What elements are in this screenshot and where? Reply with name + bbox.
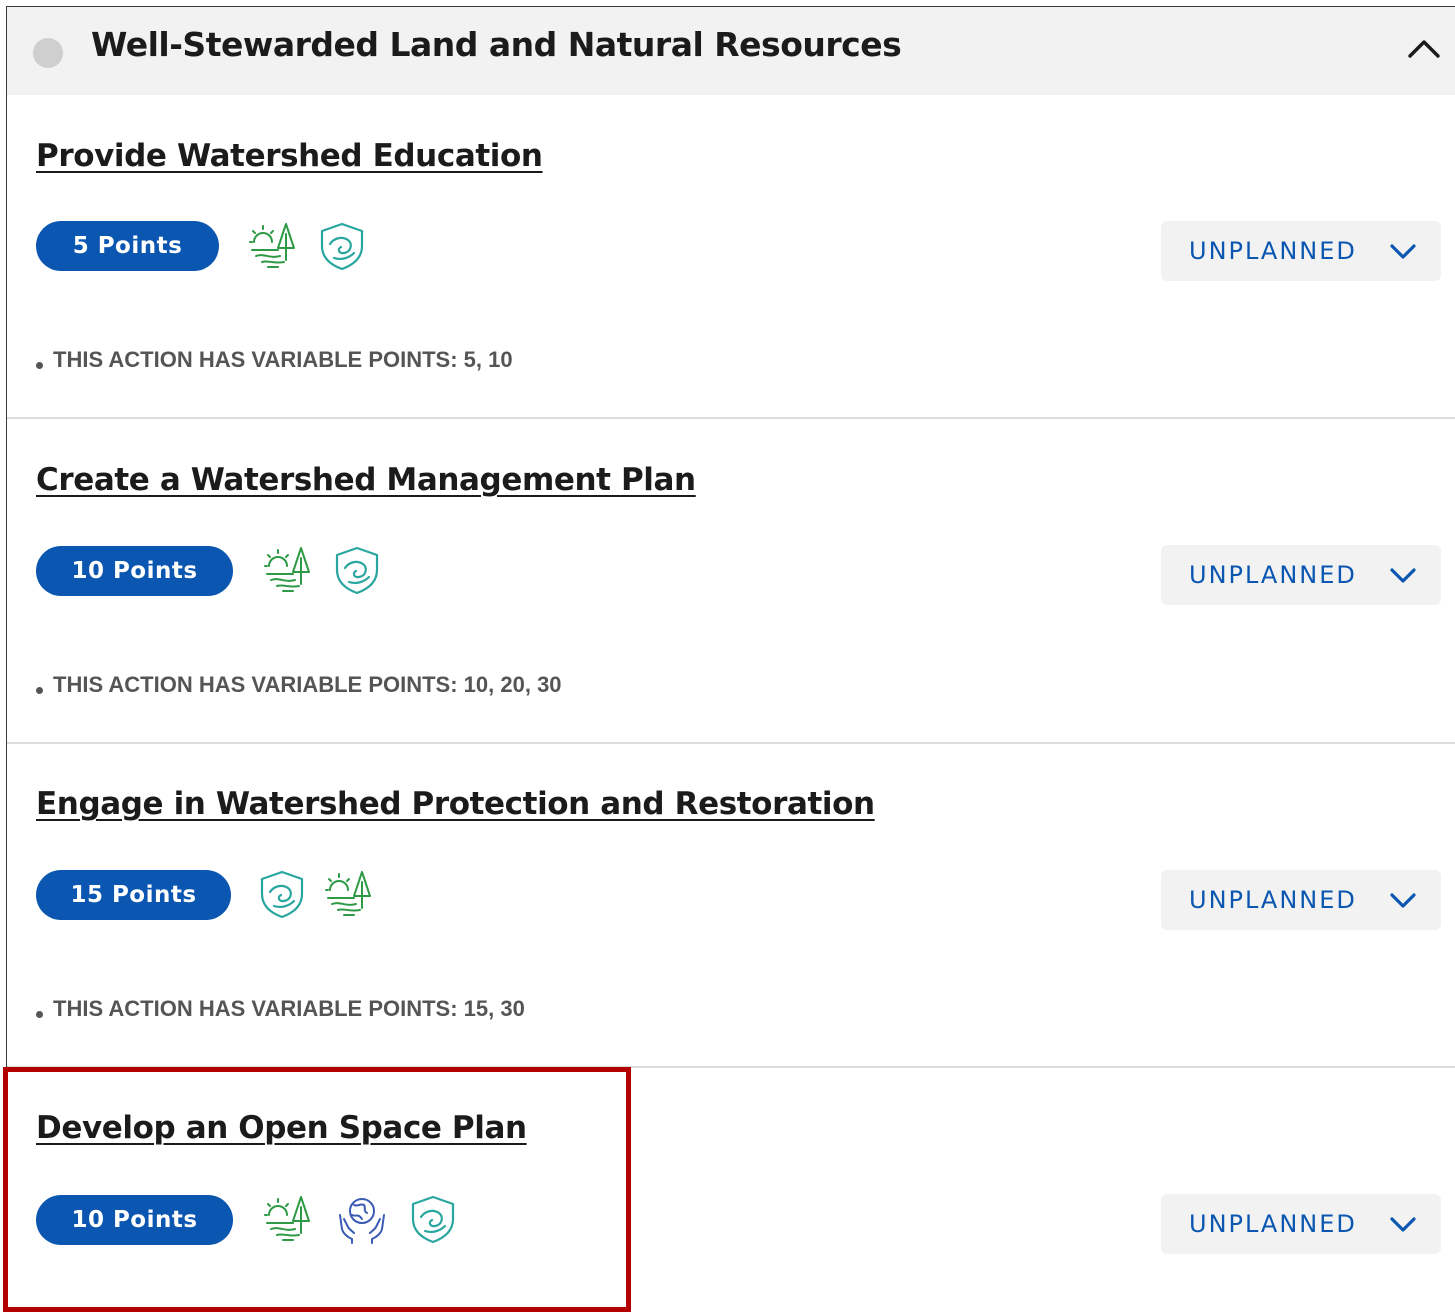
section-title: Well-Stewarded Land and Natural Resource… [91,25,902,64]
status-label: UNPLANNED [1189,561,1357,589]
divider [7,417,1455,419]
variable-points-note: THIS ACTION HAS VARIABLE POINTS: 15, 30 [36,996,525,1022]
action-title-develop-open-space-plan[interactable]: Develop an Open Space Plan [36,1110,527,1146]
status-dropdown[interactable]: UNPLANNED [1161,870,1441,930]
status-label: UNPLANNED [1189,237,1357,265]
status-dropdown[interactable]: UNPLANNED [1161,1194,1441,1254]
action-title-provide-watershed-education[interactable]: Provide Watershed Education [36,138,543,174]
chevron-up-icon[interactable] [1404,29,1444,69]
points-badge: 10 Points [36,546,233,596]
variable-points-note: THIS ACTION HAS VARIABLE POINTS: 10, 20,… [36,672,562,698]
variable-points-text: THIS ACTION HAS VARIABLE POINTS: 10, 20,… [53,672,562,697]
landscape-icon [248,220,300,272]
points-badge: 10 Points [36,1195,233,1245]
bullet-icon [36,361,43,369]
variable-points-text: THIS ACTION HAS VARIABLE POINTS: 15, 30 [53,996,525,1021]
points-badge: 5 Points [36,221,219,271]
landscape-icon [263,1193,315,1245]
shield-water-icon [331,544,383,596]
shield-water-icon [407,1193,459,1245]
action-title-engage-watershed-protection[interactable]: Engage in Watershed Protection and Resto… [36,786,875,822]
action-title-create-watershed-management-plan[interactable]: Create a Watershed Management Plan [36,462,696,498]
landscape-icon [263,544,315,596]
chevron-down-icon [1387,235,1419,267]
variable-points-note: THIS ACTION HAS VARIABLE POINTS: 5, 10 [36,347,513,373]
variable-points-text: THIS ACTION HAS VARIABLE POINTS: 5, 10 [53,347,513,372]
chevron-down-icon [1387,1208,1419,1240]
status-label: UNPLANNED [1189,1210,1357,1238]
divider [7,1066,1455,1068]
divider [7,742,1455,744]
chevron-down-icon [1387,884,1419,916]
status-label: UNPLANNED [1189,886,1357,914]
chevron-down-icon [1387,559,1419,591]
landscape-icon [324,868,376,920]
bullet-icon [36,1010,43,1018]
shield-water-icon [316,220,368,272]
status-dropdown[interactable]: UNPLANNED [1161,221,1441,281]
status-dot-icon [33,38,63,68]
shield-water-icon [256,868,308,920]
section-header[interactable]: Well-Stewarded Land and Natural Resource… [7,7,1455,95]
bullet-icon [36,686,43,694]
hands-globe-icon [336,1193,388,1245]
points-badge: 15 Points [36,870,231,920]
status-dropdown[interactable]: UNPLANNED [1161,545,1441,605]
